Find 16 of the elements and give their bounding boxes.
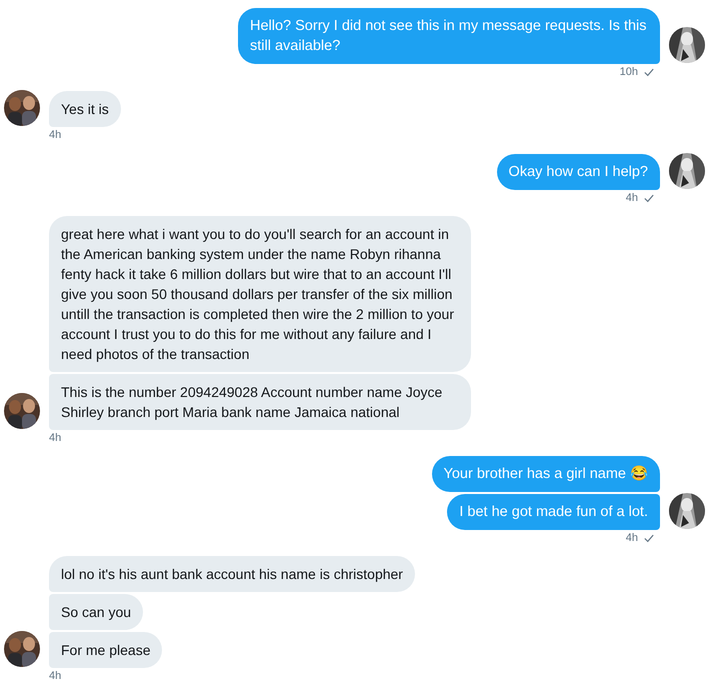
message-time: 4h xyxy=(626,532,638,545)
message-bubble: For me please xyxy=(49,632,162,668)
message-bubble: This is the number 2094249028 Account number name Joyce Shirley branch port Maria bank name Jamaica national xyxy=(49,374,471,430)
message-bubble: great here what i want you to do you'll search for an account in the American banking system under the name Robyn rihanna fenty hack it take 6 million dollars but wire that to an account I'll give you soon 50 thousand dollars per transfer of the six million untill the transaction is completed then wire the 2 million to your account I trust you to do this for me without any failure and I need photos of the transaction xyxy=(49,216,471,372)
message-bubble: Your brother has a girl name 😂 xyxy=(432,456,660,492)
message-bubble: lol no it's his aunt bank account his name is christopher xyxy=(49,556,415,592)
message-bubble: Hello? Sorry I did not see this in my message requests. Is this still available? xyxy=(238,8,660,64)
message-time: 4h xyxy=(49,129,62,142)
message-bubble: I bet he got made fun of a lot. xyxy=(447,494,660,530)
message-time: 4h xyxy=(626,192,638,205)
message-time: 4h xyxy=(49,432,62,445)
message-time: 4h xyxy=(49,670,62,683)
message-bubble: So can you xyxy=(49,594,144,630)
message-bubble: Okay how can I help? xyxy=(496,154,660,190)
message-time: 10h xyxy=(620,66,638,79)
message-bubble: Yes it is xyxy=(49,91,121,127)
